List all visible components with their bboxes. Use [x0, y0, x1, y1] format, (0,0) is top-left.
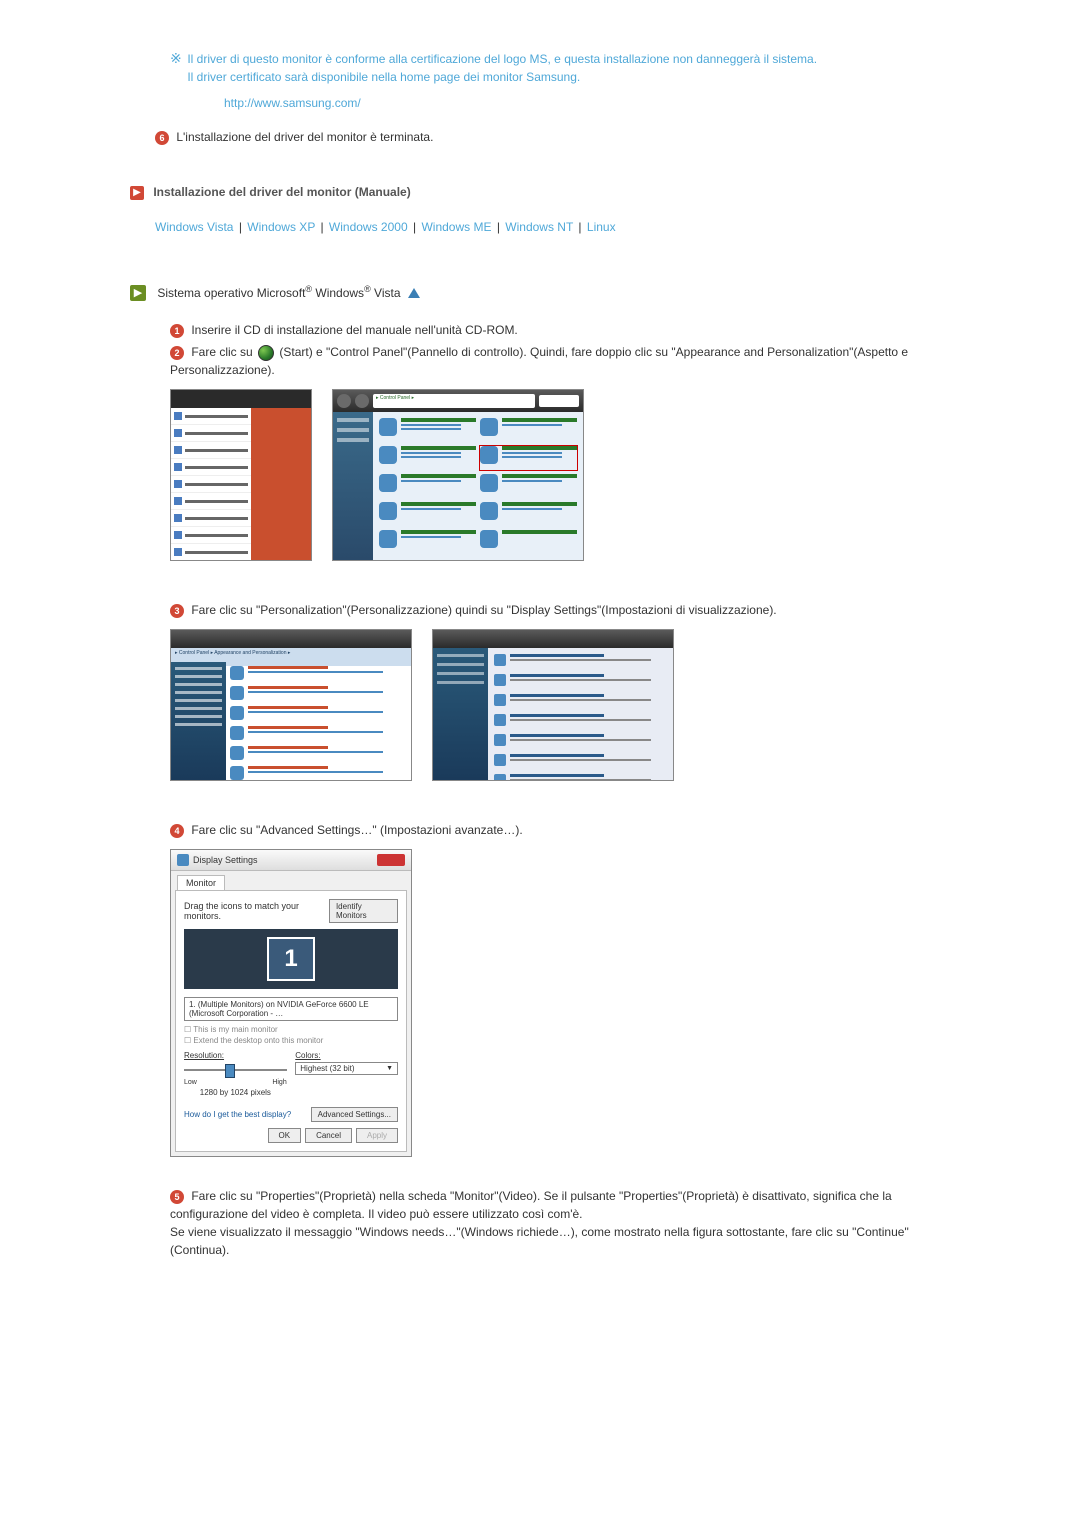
screenshot-start-menu [170, 389, 312, 561]
step-2-badge: 2 [170, 346, 184, 360]
link-windows-xp[interactable]: Windows XP [247, 220, 315, 234]
dialog-panel: Drag the icons to match your monitors. I… [175, 890, 407, 1152]
vista-step5-text: Fare clic su "Properties"(Proprietà) nel… [170, 1189, 909, 1257]
vista-heading-mid: Windows [312, 286, 364, 300]
ok-button[interactable]: OK [268, 1128, 302, 1143]
resolution-value: 1280 by 1024 pixels [184, 1088, 287, 1097]
vista-step-2: 2 Fare clic su (Start) e "Control Panel"… [170, 343, 950, 379]
subsection-arrow-icon: ▶ [130, 285, 146, 301]
monitor-preview: 1 [184, 929, 398, 989]
monitor-tab[interactable]: Monitor [177, 875, 225, 890]
separator: | [578, 220, 581, 234]
windows-start-icon [258, 345, 274, 361]
separator: | [497, 220, 500, 234]
step-6-text: L'installazione del driver del monitor è… [176, 130, 433, 144]
vista-step-3-block: 3 Fare clic su "Personalization"(Persona… [170, 601, 950, 619]
registered-icon: ® [364, 284, 371, 294]
vista-step4-text: Fare clic su "Advanced Settings…" (Impos… [191, 823, 522, 837]
link-windows-vista[interactable]: Windows Vista [155, 220, 233, 234]
monitor-1[interactable]: 1 [267, 937, 315, 981]
vista-heading: Sistema operativo Microsoft® Windows® Vi… [157, 286, 404, 300]
colors-dropdown[interactable]: Highest (32 bit) ▼ [295, 1062, 398, 1075]
link-linux[interactable]: Linux [587, 220, 616, 234]
step-1-badge: 1 [170, 324, 184, 338]
screenshot-row-1: ▸ Control Panel ▸ [170, 389, 950, 561]
step-3-badge: 3 [170, 604, 184, 618]
document-content: ※ Il driver di questo monitor è conforme… [0, 0, 1080, 1309]
vista-step-4: 4 Fare clic su "Advanced Settings…" (Imp… [170, 821, 950, 839]
link-windows-2000[interactable]: Windows 2000 [329, 220, 408, 234]
screenshot-display-settings-dialog: Display Settings Monitor Drag the icons … [170, 849, 412, 1157]
extend-desktop-checkbox: ☐ Extend the desktop onto this monitor [184, 1036, 398, 1045]
screenshot-display-settings-cat [432, 629, 674, 781]
identify-monitors-button[interactable]: Identify Monitors [329, 899, 398, 923]
vista-step2b: (Start) e "Control Panel"(Pannello di co… [170, 345, 908, 377]
res-low: Low [184, 1079, 197, 1086]
res-high: High [272, 1079, 286, 1086]
apply-button[interactable]: Apply [356, 1128, 398, 1143]
step-6-line: 6 L'installazione del driver del monitor… [155, 130, 950, 145]
chevron-down-icon: ▼ [386, 1065, 393, 1072]
advanced-settings-button[interactable]: Advanced Settings... [311, 1107, 398, 1122]
resolution-label: Resolution: [184, 1051, 287, 1060]
vista-step1-text: Inserire il CD di installazione del manu… [191, 323, 517, 337]
step-5-badge: 5 [170, 1190, 184, 1204]
dialog-title: Display Settings [193, 855, 258, 865]
separator: | [239, 220, 242, 234]
vista-step2a: Fare clic su [191, 345, 256, 359]
separator: | [320, 220, 323, 234]
screenshot-personalization: ▸ Control Panel ▸ Appearance and Persona… [170, 629, 412, 781]
step-6-badge: 6 [155, 131, 169, 145]
colors-value: Highest (32 bit) [300, 1064, 354, 1073]
link-windows-nt[interactable]: Windows NT [505, 220, 573, 234]
colors-label: Colors: [295, 1051, 398, 1060]
vista-steps: 1 Inserire il CD di installazione del ma… [170, 321, 950, 379]
note-line2: Il driver certificato sarà disponibile n… [187, 70, 580, 84]
help-link[interactable]: How do I get the best display? [184, 1110, 291, 1119]
dialog-titlebar: Display Settings [171, 850, 411, 871]
vista-step-1: 1 Inserire il CD di installazione del ma… [170, 321, 950, 339]
link-windows-me[interactable]: Windows ME [421, 220, 491, 234]
section-arrow-icon: ▶ [130, 186, 144, 200]
main-monitor-checkbox: ☐ This is my main monitor [184, 1025, 398, 1034]
screenshot-control-panel: ▸ Control Panel ▸ [332, 389, 584, 561]
collapse-up-icon[interactable] [408, 288, 420, 298]
vista-step3-text: Fare clic su "Personalization"(Personali… [191, 603, 776, 617]
vista-heading-prefix: Sistema operativo Microsoft [157, 286, 305, 300]
vista-subsection: ▶ Sistema operativo Microsoft® Windows® … [130, 284, 950, 302]
vista-heading-suffix: Vista [371, 286, 401, 300]
separator: | [413, 220, 416, 234]
vista-step-3: 3 Fare clic su "Personalization"(Persona… [170, 601, 950, 619]
resolution-slider[interactable]: Low High [184, 1062, 287, 1076]
note-marker-icon: ※ [170, 50, 184, 67]
chk2-label: Extend the desktop onto this monitor [193, 1036, 323, 1045]
note-line1: Il driver di questo monitor è conforme a… [187, 52, 817, 66]
note-text: Il driver di questo monitor è conforme a… [187, 50, 887, 86]
manual-install-section: ▶ Installazione del driver del monitor (… [130, 185, 950, 200]
vista-step-5: 5 Fare clic su "Properties"(Proprietà) n… [170, 1187, 950, 1259]
section-title: Installazione del driver del monitor (Ma… [153, 185, 410, 199]
samsung-link[interactable]: http://www.samsung.com/ [224, 96, 950, 110]
close-icon[interactable] [377, 854, 405, 866]
vista-step-4-block: 4 Fare clic su "Advanced Settings…" (Imp… [170, 821, 950, 839]
step-4-badge: 4 [170, 824, 184, 838]
drag-text: Drag the icons to match your monitors. [184, 901, 329, 921]
chk1-label: This is my main monitor [193, 1025, 277, 1034]
dialog-icon [177, 854, 189, 866]
certification-note: ※ Il driver di questo monitor è conforme… [170, 50, 950, 110]
os-links-row: Windows Vista | Windows XP | Windows 200… [155, 220, 950, 234]
screenshot-row-2: ▸ Control Panel ▸ Appearance and Persona… [170, 629, 950, 781]
cancel-button[interactable]: Cancel [305, 1128, 352, 1143]
monitor-dropdown[interactable]: 1. (Multiple Monitors) on NVIDIA GeForce… [184, 997, 398, 1021]
